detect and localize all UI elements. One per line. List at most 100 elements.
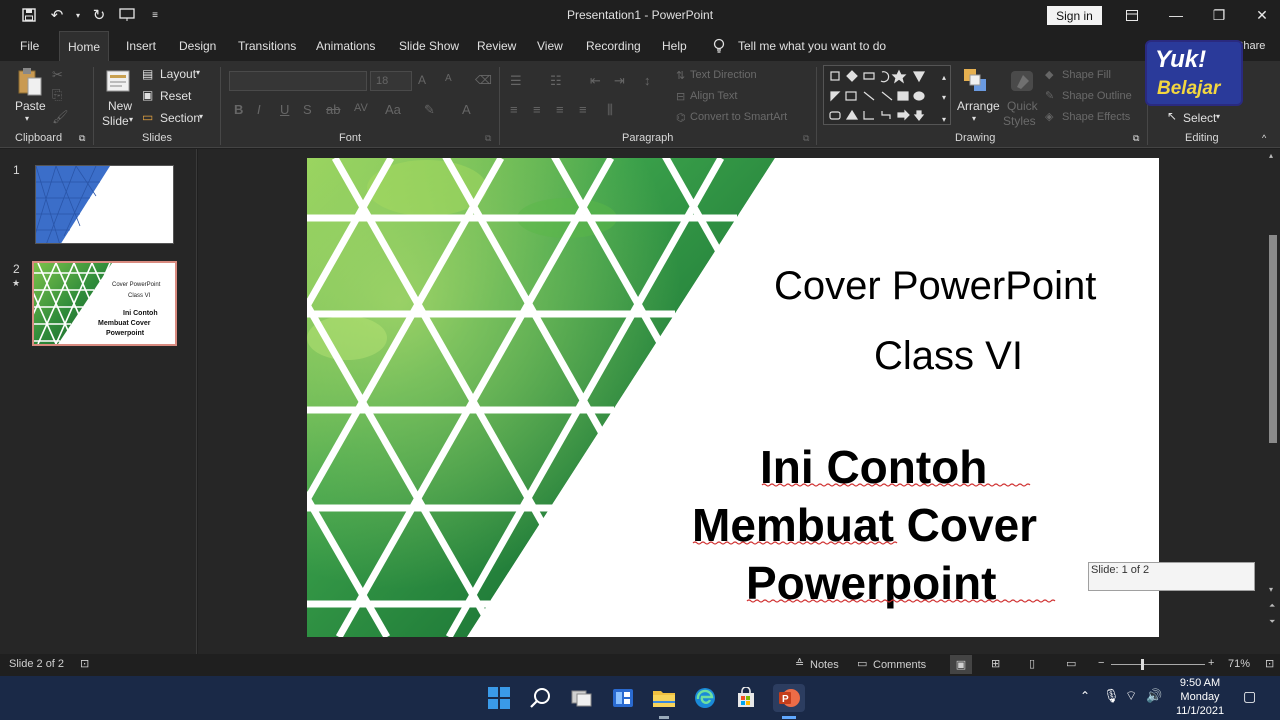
- store-icon[interactable]: [732, 684, 760, 712]
- slide-thumbnail-1[interactable]: [35, 165, 174, 244]
- tell-me-search[interactable]: Tell me what you want to do: [730, 31, 894, 61]
- quick-styles-label-1[interactable]: Quick: [1007, 99, 1038, 113]
- slide-subtitle-line-1[interactable]: Cover PowerPoint: [774, 264, 1096, 309]
- numbering-icon[interactable]: ☷: [550, 73, 562, 89]
- slide-title-line-2[interactable]: Membuat Cover: [692, 498, 1037, 552]
- line-spacing-icon[interactable]: ↕: [644, 73, 651, 88]
- comments-button[interactable]: Comments: [873, 659, 926, 671]
- increase-indent-icon[interactable]: ⇥: [614, 73, 625, 89]
- accessibility-icon[interactable]: ⊡: [80, 657, 89, 670]
- tab-help[interactable]: Help: [654, 31, 695, 61]
- paste-icon[interactable]: [17, 67, 43, 97]
- decrease-indent-icon[interactable]: ⇤: [590, 73, 601, 89]
- search-icon[interactable]: [527, 684, 555, 712]
- tab-animations[interactable]: Animations: [308, 31, 383, 61]
- restore-icon[interactable]: ❐: [1204, 4, 1234, 26]
- font-size-box[interactable]: 18: [370, 71, 412, 91]
- reset-icon[interactable]: ▣: [142, 88, 153, 102]
- volume-icon[interactable]: 🔊: [1146, 688, 1162, 704]
- widgets-icon[interactable]: [609, 684, 637, 712]
- scrollbar-thumb[interactable]: [1269, 235, 1277, 443]
- shape-fill-icon[interactable]: ◆: [1045, 68, 1053, 81]
- ribbon-display-icon[interactable]: [1117, 4, 1147, 26]
- shadow-icon[interactable]: S: [303, 102, 312, 117]
- new-slide-icon[interactable]: [106, 67, 132, 95]
- file-explorer-icon[interactable]: [650, 684, 678, 712]
- new-slide-label-1[interactable]: New: [108, 99, 132, 113]
- slide-sorter-icon[interactable]: ⊞: [991, 657, 1000, 670]
- drawing-launcher-icon[interactable]: ⧉: [1133, 133, 1139, 144]
- paste-chevron-icon[interactable]: ▾: [25, 114, 29, 123]
- align-right-icon[interactable]: ≡: [556, 102, 564, 117]
- font-color-icon[interactable]: A: [462, 102, 471, 117]
- slide-title-line-3[interactable]: Powerpoint: [746, 556, 996, 610]
- edge-browser-icon[interactable]: [691, 684, 719, 712]
- reset-button[interactable]: Reset: [160, 89, 191, 103]
- normal-view-icon[interactable]: ▣: [950, 655, 972, 674]
- paragraph-launcher-icon[interactable]: ⧉: [803, 133, 809, 144]
- format-painter-icon[interactable]: 🖌: [52, 109, 69, 125]
- new-slide-label-2[interactable]: Slide: [102, 114, 129, 128]
- convert-smartart-button[interactable]: Convert to SmartArt: [690, 111, 787, 123]
- shapes-gallery[interactable]: ▴ ▾ ▾: [823, 65, 951, 125]
- bullets-icon[interactable]: ☰: [510, 73, 522, 89]
- reading-view-icon[interactable]: ▯: [1029, 657, 1035, 670]
- tab-design[interactable]: Design: [171, 31, 224, 61]
- powerpoint-app-icon[interactable]: P: [773, 684, 805, 712]
- section-chevron-icon[interactable]: ▾: [199, 112, 203, 121]
- next-slide-icon[interactable]: ⏷: [1269, 617, 1275, 627]
- tab-view[interactable]: View: [529, 31, 571, 61]
- columns-icon[interactable]: ⫼: [607, 102, 613, 118]
- scroll-down-icon[interactable]: ▾: [1269, 585, 1273, 594]
- section-button[interactable]: Section: [160, 111, 200, 125]
- align-left-icon[interactable]: ≡: [510, 102, 518, 117]
- zoom-slider[interactable]: [1111, 659, 1205, 670]
- clipboard-launcher-icon[interactable]: ⧉: [79, 133, 85, 144]
- layout-chevron-icon[interactable]: ▾: [196, 68, 200, 77]
- highlight-icon[interactable]: ✎: [424, 102, 435, 118]
- slide-show-icon[interactable]: ▭: [1066, 657, 1076, 670]
- smartart-icon[interactable]: ⌬: [676, 111, 686, 124]
- show-hidden-icons-icon[interactable]: ⌃: [1080, 689, 1090, 703]
- zoom-out-icon[interactable]: −: [1098, 657, 1104, 669]
- italic-icon[interactable]: I: [257, 102, 261, 117]
- windows-start-icon[interactable]: [485, 684, 513, 712]
- tab-file[interactable]: File: [12, 31, 47, 61]
- char-spacing-icon[interactable]: AV: [354, 102, 368, 114]
- shape-effects-icon[interactable]: ◈: [1045, 110, 1053, 123]
- justify-icon[interactable]: ≡: [579, 102, 587, 117]
- zoom-level[interactable]: 71%: [1228, 658, 1250, 670]
- tab-insert[interactable]: Insert: [118, 31, 164, 61]
- change-case-icon[interactable]: Aa: [385, 102, 401, 117]
- quick-styles-icon[interactable]: [1009, 67, 1035, 95]
- tab-review[interactable]: Review: [469, 31, 524, 61]
- select-button[interactable]: Select: [1183, 111, 1216, 125]
- decrease-font-icon[interactable]: A: [445, 73, 452, 84]
- arrange-icon[interactable]: [962, 67, 990, 95]
- task-view-icon[interactable]: [568, 684, 596, 712]
- copy-icon[interactable]: ⎘: [52, 87, 62, 103]
- layout-icon[interactable]: ▤: [142, 67, 153, 81]
- align-center-icon[interactable]: ≡: [533, 102, 541, 117]
- scroll-up-icon[interactable]: ▴: [1269, 151, 1273, 160]
- collapse-ribbon-icon[interactable]: ^: [1262, 133, 1266, 143]
- tab-recording[interactable]: Recording: [578, 31, 649, 61]
- underline-icon[interactable]: U: [280, 102, 289, 117]
- cut-icon[interactable]: ✂: [52, 67, 63, 83]
- text-direction-icon[interactable]: ⇅: [676, 69, 685, 82]
- bold-icon[interactable]: B: [234, 102, 243, 117]
- zoom-slider-handle[interactable]: [1141, 659, 1144, 670]
- shape-effects-button[interactable]: Shape Effects: [1062, 111, 1130, 123]
- font-name-box[interactable]: [229, 71, 367, 91]
- select-chevron-icon[interactable]: ▾: [1216, 112, 1220, 121]
- tab-home[interactable]: Home: [59, 31, 110, 61]
- slide-subtitle-line-2[interactable]: Class VI: [874, 334, 1023, 379]
- new-slide-chevron-icon[interactable]: ▾: [129, 115, 133, 124]
- increase-font-icon[interactable]: A: [418, 73, 426, 87]
- font-launcher-icon[interactable]: ⧉: [485, 133, 491, 144]
- slide-canvas[interactable]: Cover PowerPoint Class VI Ini Contoh Mem…: [307, 158, 1159, 637]
- slide-title-line-1[interactable]: Ini Contoh: [760, 440, 987, 494]
- previous-slide-icon[interactable]: ⏶: [1269, 601, 1275, 611]
- fit-to-window-icon[interactable]: ⊡: [1265, 657, 1274, 670]
- align-text-icon[interactable]: ⊟: [676, 90, 685, 103]
